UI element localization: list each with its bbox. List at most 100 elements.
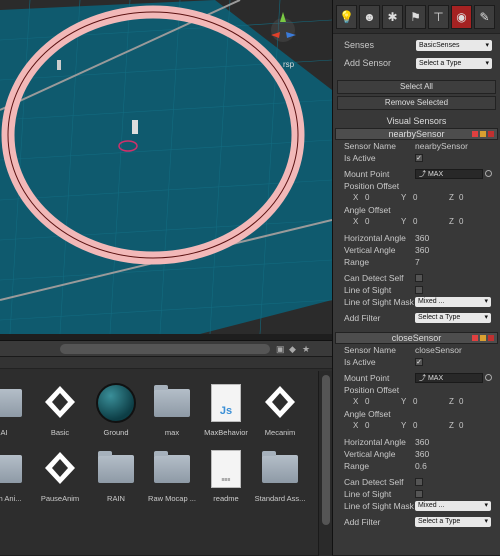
pos-z-field[interactable]: 0 <box>459 396 463 408</box>
line-of-sight-checkbox[interactable] <box>415 286 423 294</box>
sensor-header[interactable]: nearbySensor <box>335 128 498 140</box>
pos-z-field[interactable]: 0 <box>459 192 463 204</box>
pos-x-field[interactable]: 0 <box>365 192 369 204</box>
pos-x-field[interactable]: 0 <box>365 396 369 408</box>
folder-icon <box>258 447 302 491</box>
asset-item[interactable]: anim Ani... <box>0 447 32 503</box>
range-field[interactable]: 0.6 <box>415 460 427 472</box>
mount-point-value: MAX <box>427 375 444 382</box>
los-mask-label: Line of Sight Mask <box>344 297 414 307</box>
vertical-angle-field[interactable]: 360 <box>415 244 429 256</box>
scene-canvas[interactable] <box>0 0 332 334</box>
object-picker-icon[interactable] <box>485 374 492 381</box>
scene-view[interactable]: rsp <box>0 0 332 334</box>
visual-sensors-title: Visual Sensors <box>386 116 447 126</box>
sensor-header-title: nearbySensor <box>388 129 445 139</box>
asset-item[interactable]: ≡≡≡ readme <box>198 447 254 503</box>
range-label: Range <box>344 257 370 267</box>
remove-selected-button[interactable]: Remove Selected <box>337 96 496 110</box>
ang-y-field[interactable]: 0 <box>413 216 417 228</box>
asset-label: Ground <box>103 428 129 437</box>
asset-item[interactable]: Raw Mocap ... <box>144 447 200 503</box>
ang-y-field[interactable]: 0 <box>413 420 417 432</box>
asset-item[interactable]: Mecanim <box>252 381 308 437</box>
run-icon[interactable]: ⚑ <box>405 4 426 29</box>
mount-point-field[interactable]: ⤴ MAX <box>415 373 483 383</box>
folder-icon <box>0 447 26 491</box>
is-active-label: Is Active <box>344 357 376 367</box>
ang-z-field[interactable]: 0 <box>459 420 463 432</box>
asset-item[interactable]: Ground <box>88 381 144 437</box>
close-icon[interactable] <box>488 335 494 341</box>
detect-self-checkbox[interactable] <box>415 478 423 486</box>
object-picker-icon[interactable] <box>485 170 492 177</box>
los-mask-dropdown[interactable]: Mixed ... <box>415 501 491 511</box>
pos-y-field[interactable]: 0 <box>413 192 417 204</box>
js-icon: Js <box>204 381 248 425</box>
pos-z-label: Z <box>449 193 454 202</box>
horizontal-angle-field[interactable]: 360 <box>415 436 429 448</box>
sensor-header[interactable]: closeSensor <box>335 332 498 344</box>
line-of-sight-label: Line of Sight <box>344 489 392 499</box>
perspective-label[interactable]: rsp <box>283 60 294 69</box>
ang-z-label: Z <box>449 421 454 430</box>
filter-label-icon[interactable]: ◆ <box>289 344 299 354</box>
sensor-name-field[interactable]: closeSensor <box>415 344 462 356</box>
asset-item[interactable]: PauseAnim <box>32 447 88 503</box>
asset-label: AI <box>0 428 8 437</box>
asset-item[interactable]: AI <box>0 381 32 437</box>
copy-icon[interactable] <box>480 335 486 341</box>
navigation-icon[interactable]: ⊤ <box>428 4 449 29</box>
ang-z-label: Z <box>449 217 454 226</box>
folder-icon <box>0 381 26 425</box>
folder-icon <box>150 447 194 491</box>
add-filter-dropdown[interactable]: Select a Type <box>415 313 491 323</box>
unity-icon <box>258 381 302 425</box>
los-mask-dropdown[interactable]: Mixed ... <box>415 297 491 307</box>
folder-icon <box>150 381 194 425</box>
asset-item[interactable]: Basic <box>32 381 88 437</box>
vertical-angle-field[interactable]: 360 <box>415 448 429 460</box>
bulb-icon[interactable]: 💡 <box>336 4 357 29</box>
add-sensor-label: Add Sensor <box>344 58 392 68</box>
project-search-input[interactable] <box>60 344 270 354</box>
horizontal-angle-field[interactable]: 360 <box>415 232 429 244</box>
is-active-checkbox[interactable]: ✓ <box>415 358 423 366</box>
sensor-list: nearbySensor Sensor Name nearbySensor Is … <box>333 128 500 536</box>
is-active-checkbox[interactable]: ✓ <box>415 154 423 162</box>
scrollbar-thumb[interactable] <box>322 375 330 525</box>
eye-icon[interactable]: ◉ <box>451 4 472 29</box>
copy-icon[interactable] <box>480 131 486 137</box>
asset-item[interactable]: Js MaxBehavior <box>198 381 254 437</box>
senses-dropdown[interactable]: BasicSenses <box>416 40 492 51</box>
ang-y-label: Y <box>401 421 407 430</box>
remove-icon[interactable] <box>472 131 478 137</box>
add-filter-dropdown[interactable]: Select a Type <box>415 517 491 527</box>
ang-z-field[interactable]: 0 <box>459 216 463 228</box>
asset-item[interactable]: max <box>144 381 200 437</box>
remove-icon[interactable] <box>472 335 478 341</box>
mount-point-field[interactable]: ⤴ MAX <box>415 169 483 179</box>
sensor-name-field[interactable]: nearbySensor <box>415 140 468 152</box>
detect-self-checkbox[interactable] <box>415 274 423 282</box>
filter-type-icon[interactable]: ▣ <box>276 344 286 354</box>
range-field[interactable]: 7 <box>415 256 420 268</box>
ang-x-field[interactable]: 0 <box>365 216 369 228</box>
add-sensor-dropdown[interactable]: Select a Type <box>416 58 492 69</box>
detect-self-label: Can Detect Self <box>344 477 404 487</box>
line-of-sight-checkbox[interactable] <box>415 490 423 498</box>
project-scrollbar[interactable] <box>318 371 332 556</box>
ang-x-field[interactable]: 0 <box>365 420 369 432</box>
range-label: Range <box>344 461 370 471</box>
pencil-icon[interactable]: ✎ <box>474 4 495 29</box>
brain-icon[interactable]: ✱ <box>382 4 403 29</box>
asset-item[interactable]: RAIN <box>88 447 144 503</box>
pos-y-field[interactable]: 0 <box>413 396 417 408</box>
asset-item[interactable]: Standard Ass... <box>252 447 308 503</box>
close-icon[interactable] <box>488 131 494 137</box>
mount-point-label: Mount Point <box>344 169 390 179</box>
head-icon[interactable]: ☻ <box>359 4 380 29</box>
asset-label: Mecanim <box>264 428 296 437</box>
star-icon[interactable]: ★ <box>302 344 312 354</box>
select-all-button[interactable]: Select All <box>337 80 496 94</box>
